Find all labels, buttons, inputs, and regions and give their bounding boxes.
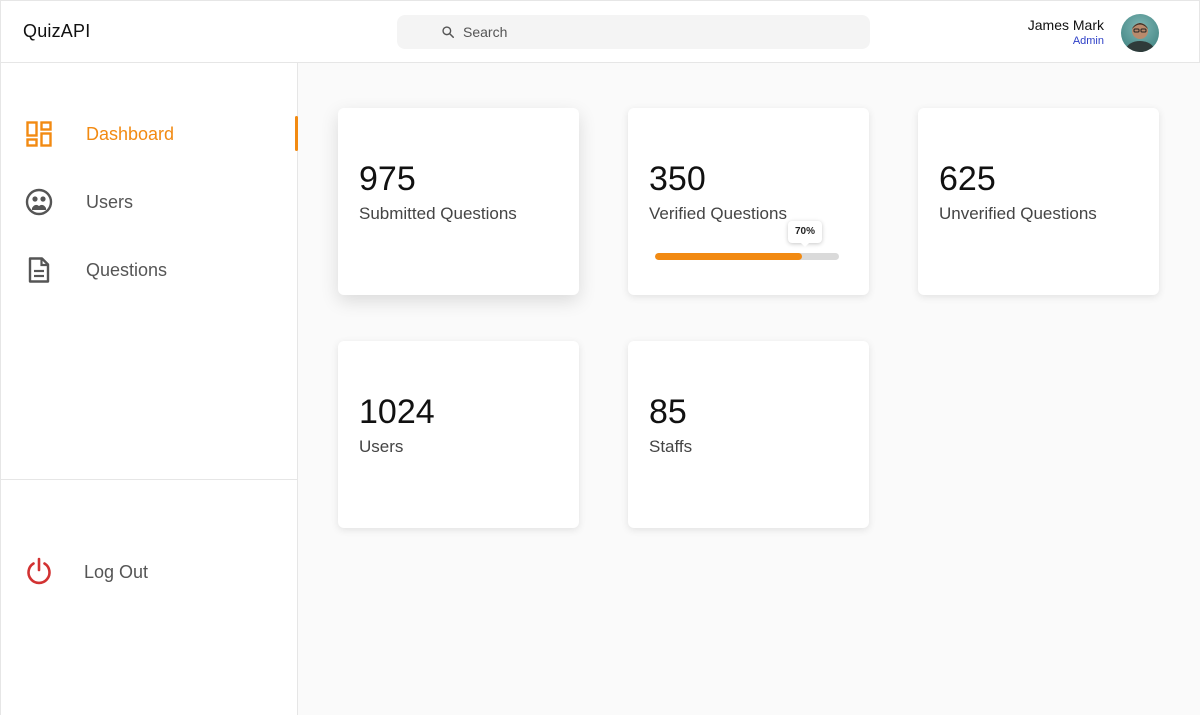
active-indicator xyxy=(295,116,298,151)
stat-card-unverified[interactable]: 625 Unverified Questions xyxy=(918,108,1159,295)
progress-bar xyxy=(655,253,839,260)
user-role: Admin xyxy=(1072,35,1104,47)
sidebar-item-label: Dashboard xyxy=(86,124,175,144)
dashboard-icon xyxy=(26,121,52,147)
stat-label: Verified Questions xyxy=(649,204,787,223)
brand-logo[interactable]: QuizAPI xyxy=(23,21,90,42)
stat-value: 350 xyxy=(649,160,706,198)
user-avatar[interactable] xyxy=(1121,14,1159,52)
stat-value: 1024 xyxy=(359,393,435,431)
search-input[interactable] xyxy=(463,22,843,42)
avatar-image xyxy=(1126,23,1154,52)
sidebar-item-label: Questions xyxy=(86,260,168,280)
stat-label: Staffs xyxy=(649,437,693,456)
stat-card-staffs[interactable]: 85 Staffs xyxy=(628,341,869,528)
stat-value: 625 xyxy=(939,160,996,198)
stat-label: Submitted Questions xyxy=(359,204,517,223)
stat-card-users[interactable]: 1024 Users xyxy=(338,341,579,528)
sidebar-item-questions[interactable]: Questions xyxy=(1,251,298,291)
search-icon xyxy=(442,26,455,39)
sidebar: Dashboard Users Questions Log Out xyxy=(0,63,298,715)
stat-value: 85 xyxy=(649,393,687,431)
search-bar[interactable] xyxy=(397,15,870,49)
stat-card-submitted[interactable]: 975 Submitted Questions xyxy=(338,108,579,295)
stat-card-verified[interactable]: 350 Verified Questions 70% xyxy=(628,108,869,295)
users-icon xyxy=(25,188,53,216)
stat-label: Unverified Questions xyxy=(939,204,1097,223)
document-icon xyxy=(28,257,50,283)
stat-label: Users xyxy=(359,437,404,456)
progress-tooltip: 70% xyxy=(788,221,822,247)
logout-label: Log Out xyxy=(84,562,149,582)
sidebar-item-dashboard[interactable]: Dashboard xyxy=(1,115,298,155)
logout-button[interactable]: Log Out xyxy=(1,553,298,593)
sidebar-divider xyxy=(1,479,298,480)
power-icon xyxy=(27,557,51,585)
top-header: QuizAPI James Mark Admin xyxy=(0,0,1200,63)
sidebar-item-users[interactable]: Users xyxy=(1,183,298,223)
stat-value: 975 xyxy=(359,160,416,198)
progress-fill xyxy=(655,253,803,260)
sidebar-item-label: Users xyxy=(86,192,134,212)
user-name: James Mark xyxy=(1027,17,1104,33)
